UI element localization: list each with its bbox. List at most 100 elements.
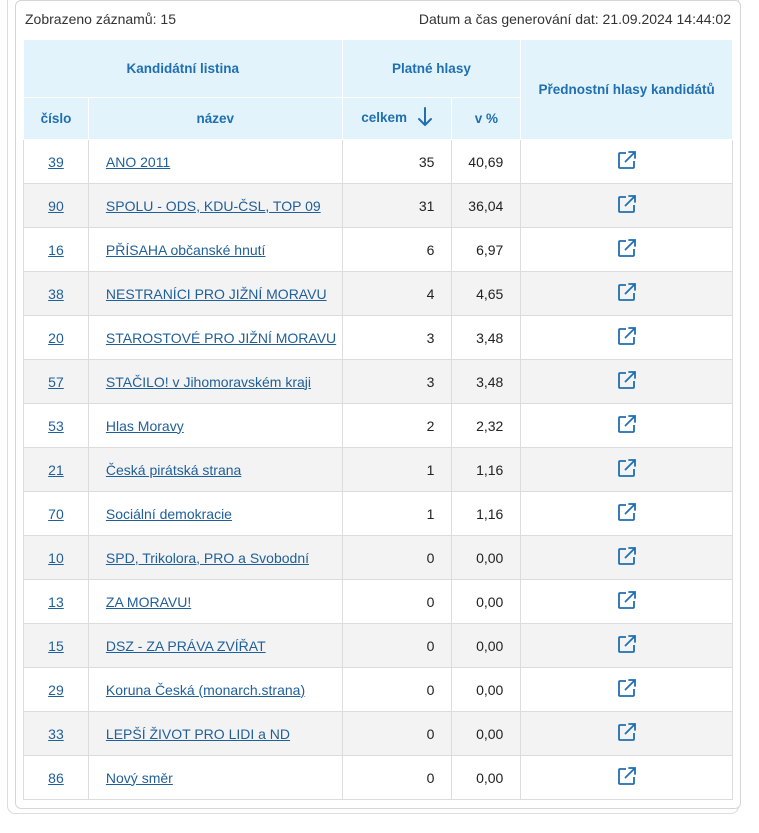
header-number[interactable]: číslo [23,97,89,140]
cell-name: Česká pirátská strana [87,447,343,492]
cell-number: 10 [23,535,89,580]
external-link-icon[interactable] [616,325,638,350]
cell-name: Hlas Moravy [87,403,343,448]
header-name[interactable]: název [87,97,343,140]
cell-name: NESTRANÍCI PRO JIŽNÍ MORAVU [87,271,343,316]
arrow-down-icon[interactable] [417,106,433,131]
cell-number: 33 [23,711,89,756]
cell-number: 29 [23,667,89,712]
party-number-link[interactable]: 39 [48,154,64,170]
party-number-link[interactable]: 70 [48,506,64,522]
party-name-link[interactable]: DSZ - ZA PRÁVA ZVÍŘAT [106,638,266,654]
party-number-link[interactable]: 90 [48,198,64,214]
results-table: Kandidátní listina Platné hlasy Přednost… [23,39,733,800]
external-link-icon[interactable] [616,369,638,394]
party-number-link[interactable]: 15 [48,638,64,654]
table-row: 13 ZA MORAVU! 0 0,00 [23,579,733,624]
cell-total: 2 [341,403,453,448]
cell-percent: 40,69 [451,139,522,184]
cell-number: 57 [23,359,89,404]
header-total-label: celkem [361,110,407,126]
cell-number: 39 [23,139,89,184]
cell-percent: 0,00 [451,535,522,580]
cell-number: 20 [23,315,89,360]
party-number-link[interactable]: 57 [48,374,64,390]
external-link-icon[interactable] [616,633,638,658]
party-number-link[interactable]: 13 [48,594,64,610]
cell-number: 38 [23,271,89,316]
party-name-link[interactable]: LEPŠÍ ŽIVOT PRO LIDI a ND [106,726,290,742]
party-number-link[interactable]: 53 [48,418,64,434]
cell-number: 53 [23,403,89,448]
party-number-link[interactable]: 38 [48,286,64,302]
table-row: 86 Nový směr 0 0,00 [23,755,733,800]
party-number-link[interactable]: 29 [48,682,64,698]
table-row: 20 STAROSTOVÉ PRO JIŽNÍ MORAVU 3 3,48 [23,315,733,360]
cell-preferential [520,359,733,404]
external-link-icon[interactable] [616,721,638,746]
party-name-link[interactable]: Hlas Moravy [106,418,184,434]
external-link-icon[interactable] [616,237,638,262]
external-link-icon[interactable] [616,281,638,306]
cell-name: LEPŠÍ ŽIVOT PRO LIDI a ND [87,711,343,756]
party-name-link[interactable]: SPOLU - ODS, KDU-ČSL, TOP 09 [106,198,321,214]
table-row: 33 LEPŠÍ ŽIVOT PRO LIDI a ND 0 0,00 [23,711,733,756]
party-name-link[interactable]: NESTRANÍCI PRO JIŽNÍ MORAVU [106,286,327,302]
table-row: 38 NESTRANÍCI PRO JIŽNÍ MORAVU 4 4,65 [23,271,733,316]
table-row: 57 STAČILO! v Jihomoravském kraji 3 3,48 [23,359,733,404]
table-row: 29 Koruna Česká (monarch.strana) 0 0,00 [23,667,733,712]
cell-name: STAČILO! v Jihomoravském kraji [87,359,343,404]
summary-bar: Zobrazeno záznamů: 15 Datum a čas genero… [23,8,733,32]
cell-percent: 0,00 [451,711,522,756]
party-name-link[interactable]: Koruna Česká (monarch.strana) [106,682,305,698]
external-link-icon[interactable] [616,765,638,790]
header-percent[interactable]: v % [451,97,522,140]
external-link-icon[interactable] [616,457,638,482]
cell-name: PŘÍSAHA občanské hnutí [87,227,343,272]
external-link-icon[interactable] [616,193,638,218]
header-valid-votes: Platné hlasy [341,39,522,98]
external-link-icon[interactable] [616,677,638,702]
cell-total: 0 [341,623,453,668]
cell-total: 6 [341,227,453,272]
cell-preferential [520,535,733,580]
cell-preferential [520,491,733,536]
cell-preferential [520,227,733,272]
external-link-icon[interactable] [616,545,638,570]
party-number-link[interactable]: 21 [48,462,64,478]
party-name-link[interactable]: Česká pirátská strana [106,462,241,478]
records-count: Zobrazeno záznamů: 15 [25,11,176,27]
party-name-link[interactable]: STAROSTOVÉ PRO JIŽNÍ MORAVU [106,330,336,346]
cell-number: 70 [23,491,89,536]
party-number-link[interactable]: 16 [48,242,64,258]
party-name-link[interactable]: ZA MORAVU! [106,594,191,610]
cell-percent: 3,48 [451,359,522,404]
party-name-link[interactable]: PŘÍSAHA občanské hnutí [106,242,266,258]
cell-name: STAROSTOVÉ PRO JIŽNÍ MORAVU [87,315,343,360]
cell-total: 35 [341,139,453,184]
cell-total: 0 [341,579,453,624]
party-name-link[interactable]: Sociální demokracie [106,506,232,522]
party-number-link[interactable]: 33 [48,726,64,742]
party-name-link[interactable]: SPD, Trikolora, PRO a Svobodní [106,550,309,566]
party-name-link[interactable]: ANO 2011 [106,154,170,170]
party-number-link[interactable]: 20 [48,330,64,346]
table-row: 39 ANO 2011 35 40,69 [23,139,733,184]
table-row: 53 Hlas Moravy 2 2,32 [23,403,733,448]
cell-total: 4 [341,271,453,316]
table-row: 10 SPD, Trikolora, PRO a Svobodní 0 0,00 [23,535,733,580]
cell-total: 3 [341,359,453,404]
party-name-link[interactable]: STAČILO! v Jihomoravském kraji [106,374,311,390]
external-link-icon[interactable] [616,501,638,526]
party-number-link[interactable]: 86 [48,770,64,786]
header-total[interactable]: celkem [341,97,453,140]
cell-percent: 0,00 [451,667,522,712]
cell-number: 15 [23,623,89,668]
header-preferential-votes: Přednostní hlasy kandidátů [520,39,733,140]
external-link-icon[interactable] [616,589,638,614]
cell-total: 0 [341,755,453,800]
external-link-icon[interactable] [616,413,638,438]
external-link-icon[interactable] [616,149,638,174]
party-number-link[interactable]: 10 [48,550,64,566]
party-name-link[interactable]: Nový směr [106,770,173,786]
